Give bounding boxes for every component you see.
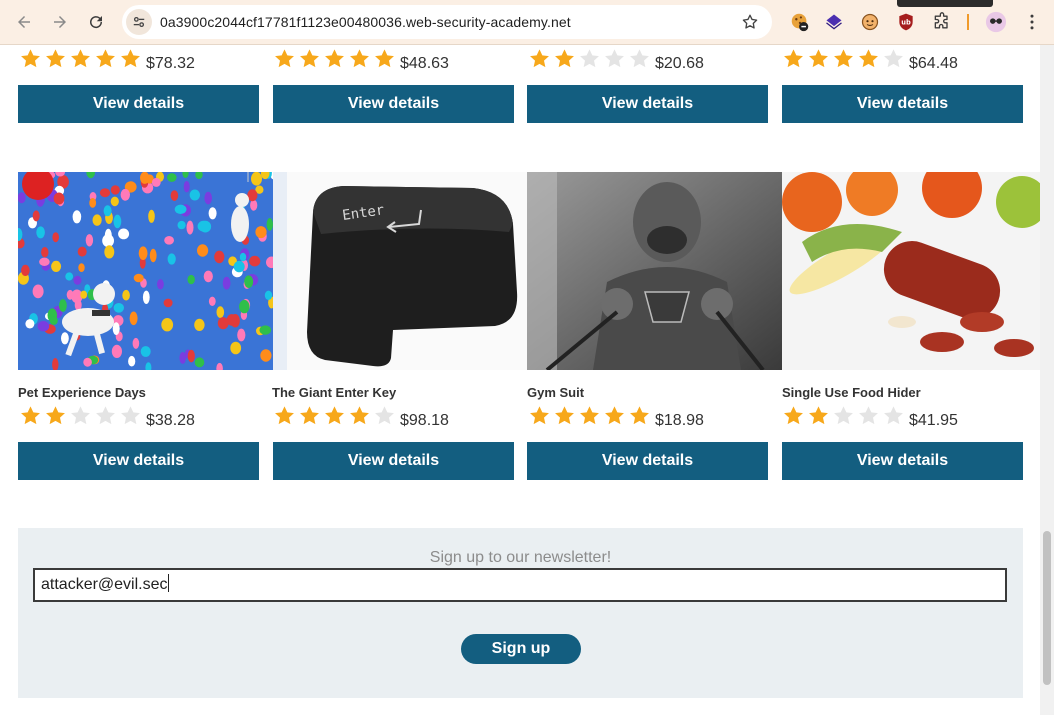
rating-stars — [781, 405, 906, 427]
browser-toolbar: 0a3900c2044cf17781f1123e00480036.web-sec… — [0, 0, 1054, 45]
reload-icon[interactable] — [82, 8, 110, 36]
star-filled-icon — [71, 49, 90, 68]
product-name[interactable]: Gym Suit — [527, 385, 584, 400]
star-empty-icon — [605, 49, 624, 68]
product-price: $48.63 — [400, 55, 449, 72]
star-filled-icon — [630, 406, 649, 425]
email-value: attacker@evil.sec — [41, 576, 168, 593]
star-empty-icon — [884, 406, 903, 425]
star-filled-icon — [809, 49, 828, 68]
email-field[interactable]: attacker@evil.sec — [33, 568, 1007, 602]
text-caret — [167, 574, 169, 592]
back-icon[interactable] — [10, 8, 38, 36]
star-filled-icon — [605, 406, 624, 425]
star-filled-icon — [530, 406, 549, 425]
extension-cookie-icon[interactable] — [788, 10, 812, 34]
star-empty-icon — [884, 49, 903, 68]
star-filled-icon — [121, 49, 140, 68]
extensions-puzzle-icon[interactable] — [930, 10, 954, 34]
star-filled-icon — [300, 49, 319, 68]
product-price: $38.28 — [146, 412, 195, 429]
star-filled-icon — [46, 49, 65, 68]
tooltip-strip — [897, 0, 993, 7]
rating-stars — [781, 48, 906, 70]
view-details-button[interactable]: View details — [18, 85, 259, 123]
star-filled-icon — [784, 49, 803, 68]
extension-face-icon[interactable] — [858, 10, 882, 34]
product-price: $20.68 — [655, 55, 704, 72]
product-image-food-hider[interactable] — [782, 172, 1040, 370]
url-text[interactable]: 0a3900c2044cf17781f1123e00480036.web-sec… — [160, 14, 571, 30]
star-empty-icon — [71, 406, 90, 425]
star-filled-icon — [350, 49, 369, 68]
star-filled-icon — [96, 49, 115, 68]
star-filled-icon — [325, 49, 344, 68]
svg-text:ub: ub — [901, 19, 911, 27]
page-content: $78.32 View details $48.63 View details … — [0, 45, 1040, 715]
toolbar-divider — [967, 14, 969, 30]
product-price: $98.18 — [400, 412, 449, 429]
extension-layers-icon[interactable] — [822, 10, 846, 34]
scrollbar-thumb[interactable] — [1043, 531, 1051, 685]
rating-stars — [527, 405, 652, 427]
product-image-gym-suit[interactable] — [527, 172, 783, 370]
newsletter-section: Sign up to our newsletter! attacker@evil… — [18, 528, 1023, 698]
star-empty-icon — [580, 49, 599, 68]
star-filled-icon — [859, 49, 878, 68]
star-filled-icon — [275, 49, 294, 68]
product-image-pet-experience[interactable] — [18, 172, 274, 370]
view-details-button[interactable]: View details — [782, 442, 1023, 480]
rating-stars — [272, 48, 397, 70]
site-info-icon[interactable] — [126, 9, 152, 35]
star-filled-icon — [555, 49, 574, 68]
address-bar[interactable]: 0a3900c2044cf17781f1123e00480036.web-sec… — [122, 5, 772, 39]
rating-stars — [18, 405, 143, 427]
star-filled-icon — [21, 49, 40, 68]
star-filled-icon — [809, 406, 828, 425]
view-details-button[interactable]: View details — [527, 442, 768, 480]
view-details-button[interactable]: View details — [782, 85, 1023, 123]
bookmark-star-icon[interactable] — [740, 12, 760, 32]
view-details-button[interactable]: View details — [273, 85, 514, 123]
star-filled-icon — [275, 406, 294, 425]
product-name[interactable]: Single Use Food Hider — [782, 385, 921, 400]
star-filled-icon — [325, 406, 344, 425]
product-name[interactable]: The Giant Enter Key — [272, 385, 396, 400]
view-details-button[interactable]: View details — [273, 442, 514, 480]
star-empty-icon — [859, 406, 878, 425]
star-empty-icon — [834, 406, 853, 425]
star-filled-icon — [580, 406, 599, 425]
star-empty-icon — [121, 406, 140, 425]
star-filled-icon — [350, 406, 369, 425]
star-empty-icon — [375, 406, 394, 425]
menu-kebab-icon[interactable] — [1020, 10, 1044, 34]
star-filled-icon — [375, 49, 394, 68]
star-empty-icon — [96, 406, 115, 425]
forward-icon[interactable] — [46, 8, 74, 36]
sign-up-button[interactable]: Sign up — [461, 634, 581, 664]
star-filled-icon — [784, 406, 803, 425]
profile-avatar-icon[interactable] — [984, 10, 1008, 34]
product-price: $78.32 — [146, 55, 195, 72]
star-empty-icon — [630, 49, 649, 68]
star-filled-icon — [46, 406, 65, 425]
rating-stars — [527, 48, 652, 70]
product-image-giant-enter-key[interactable]: Enter — [273, 172, 527, 370]
view-details-button[interactable]: View details — [527, 85, 768, 123]
star-filled-icon — [555, 406, 574, 425]
product-price: $18.98 — [655, 412, 704, 429]
scrollbar[interactable] — [1040, 45, 1054, 715]
product-price: $64.48 — [909, 55, 958, 72]
rating-stars — [18, 48, 143, 70]
star-filled-icon — [530, 49, 549, 68]
star-filled-icon — [300, 406, 319, 425]
newsletter-title: Sign up to our newsletter! — [429, 549, 612, 566]
extension-ublock-icon[interactable]: ub — [894, 10, 918, 34]
view-details-button[interactable]: View details — [18, 442, 259, 480]
product-name[interactable]: Pet Experience Days — [18, 385, 146, 400]
star-filled-icon — [21, 406, 40, 425]
rating-stars — [272, 405, 397, 427]
star-filled-icon — [834, 49, 853, 68]
product-price: $41.95 — [909, 412, 958, 429]
